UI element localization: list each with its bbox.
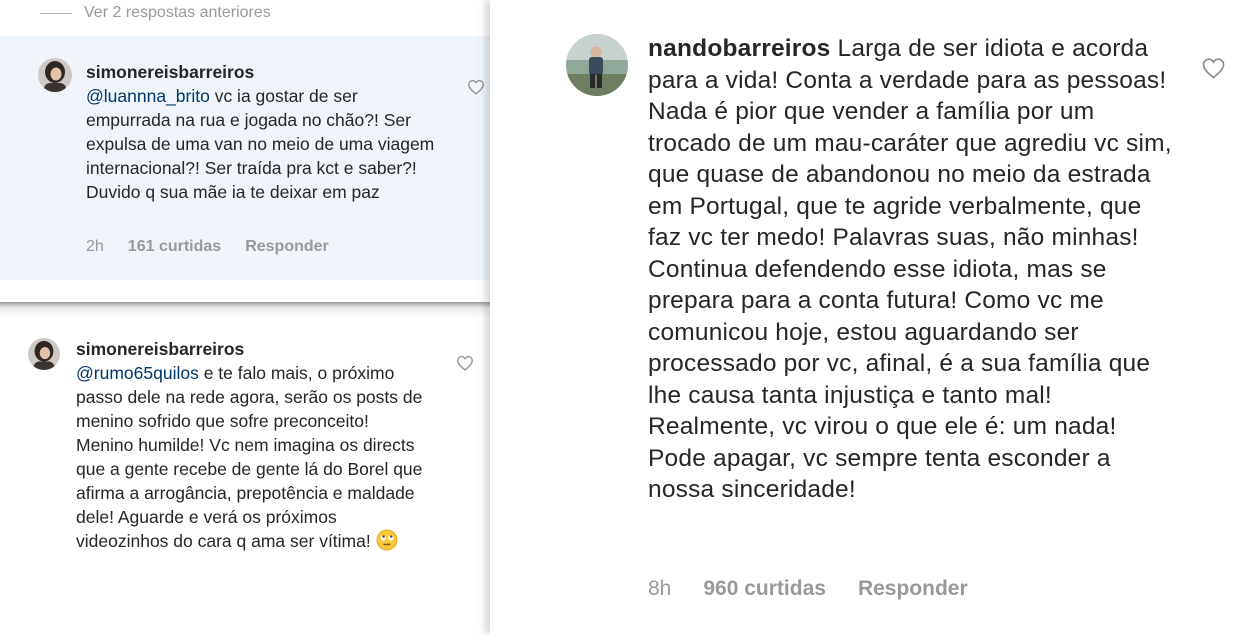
comment-mention[interactable]: @luannna_brito — [86, 86, 210, 106]
comment-body: simonereisbarreiros @rumo65quilos e te f… — [76, 337, 426, 553]
heart-outline-icon[interactable] — [467, 79, 485, 95]
comment-body: nandobarreiros Larga de ser idiota e aco… — [648, 33, 1173, 506]
reply-button[interactable]: Responder — [858, 577, 968, 601]
reply-button[interactable]: Responder — [245, 238, 329, 256]
comment-time: 8h — [648, 577, 672, 600]
comment-panel-bottom-left: simonereisbarreiros @rumo65quilos e te f… — [0, 318, 490, 635]
comment-panel-top-left: Ver 2 respostas anteriores simonereisbar… — [0, 0, 490, 302]
comment-panel-right: nandobarreiros Larga de ser idiota e aco… — [490, 0, 1235, 635]
panel-divider-shadow — [0, 302, 490, 318]
comment-mention[interactable]: @rumo65quilos — [76, 363, 199, 383]
comment-meta: 8h 960 curtidas Responder — [648, 577, 1000, 601]
comment-likes[interactable]: 960 curtidas — [703, 577, 826, 601]
heart-outline-icon[interactable] — [456, 355, 474, 371]
avatar[interactable] — [28, 338, 60, 370]
comment-username[interactable]: simonereisbarreiros — [76, 339, 244, 359]
avatar[interactable] — [566, 34, 628, 96]
comment-username[interactable]: nandobarreiros — [648, 35, 831, 62]
view-previous-dash — [40, 12, 72, 14]
avatar[interactable] — [38, 58, 72, 92]
rolling-eyes-emoji-icon — [376, 529, 398, 551]
heart-outline-icon[interactable] — [1201, 57, 1226, 79]
comment-text: Larga de ser idiota e acorda para a vida… — [648, 35, 1172, 503]
comment-meta: 2h 161 curtidas Responder — [86, 238, 353, 256]
comment-time: 2h — [86, 238, 104, 255]
view-previous-replies[interactable]: Ver 2 respostas anteriores — [40, 4, 271, 22]
comment-text: e te falo mais, o próximo passo dele na … — [76, 363, 423, 551]
comment-username[interactable]: simonereisbarreiros — [86, 62, 254, 82]
view-previous-label[interactable]: Ver 2 respostas anteriores — [84, 4, 271, 22]
comment-likes[interactable]: 161 curtidas — [128, 238, 221, 256]
comment-body: simonereisbarreiros @luannna_brito vc ia… — [86, 60, 436, 204]
